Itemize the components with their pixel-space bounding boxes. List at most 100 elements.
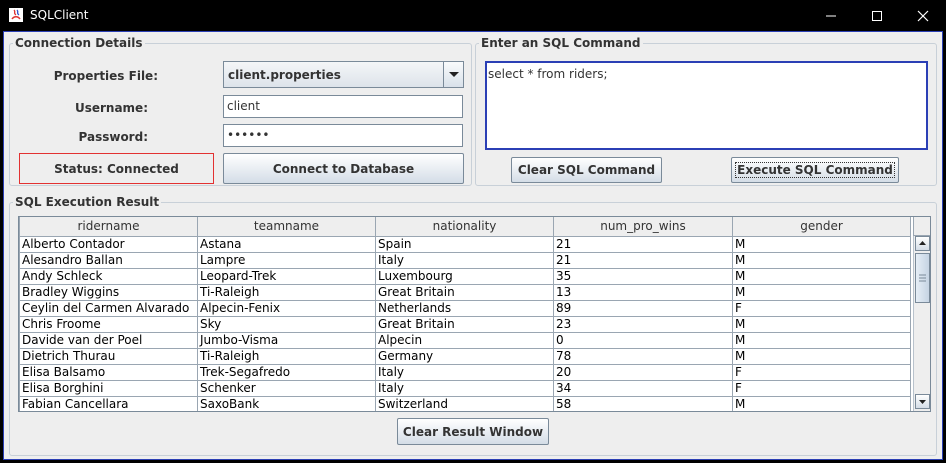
column-header-gender[interactable]: gender <box>732 217 911 237</box>
table-cell[interactable]: Alesandro Ballan <box>19 251 198 269</box>
table-row[interactable]: Fabian Cancellara SaxoBank Switzerland 5… <box>19 395 911 411</box>
table-cell[interactable]: Great Britain <box>375 283 554 301</box>
arrow-down-icon <box>919 400 926 404</box>
table-row[interactable]: Elisa Borghini Schenker Italy 34 F <box>19 379 911 397</box>
clear-sql-command-button[interactable]: Clear SQL Command <box>511 157 662 183</box>
table-cell[interactable]: Fabian Cancellara <box>19 395 198 411</box>
table-row[interactable]: Alberto Contador Astana Spain 21 M <box>19 235 911 253</box>
table-cell[interactable]: Ti-Raleigh <box>197 347 376 365</box>
table-cell[interactable]: 13 <box>553 283 733 301</box>
table-cell[interactable]: Italy <box>375 363 554 381</box>
table-cell[interactable]: F <box>732 379 911 397</box>
table-cell[interactable]: Ceylin del Carmen Alvarado <box>19 299 198 317</box>
table-cell[interactable]: Schenker <box>197 379 376 397</box>
table-cell[interactable]: Lampre <box>197 251 376 269</box>
connect-to-database-button[interactable]: Connect to Database <box>223 153 464 184</box>
chevron-down-icon <box>449 72 459 77</box>
table-row[interactable]: Alesandro Ballan Lampre Italy 21 M <box>19 251 911 269</box>
table-cell[interactable]: 20 <box>553 363 733 381</box>
table-row[interactable]: Ceylin del Carmen Alvarado Alpecin-Fenix… <box>19 299 911 317</box>
column-header-teamname[interactable]: teamname <box>197 217 376 237</box>
password-input[interactable]: •••••• <box>223 124 463 147</box>
table-cell[interactable]: M <box>732 235 911 253</box>
table-cell[interactable]: Astana <box>197 235 376 253</box>
table-cell[interactable]: M <box>732 283 911 301</box>
table-cell[interactable]: M <box>732 251 911 269</box>
table-cell[interactable]: Alberto Contador <box>19 235 198 253</box>
result-table-scrollpane[interactable]: ridername teamname nationality num_pro_w… <box>18 216 931 412</box>
properties-file-combo[interactable]: client.properties <box>223 61 464 88</box>
sql-result-title: SQL Execution Result <box>13 195 162 209</box>
table-row[interactable]: Chris Froome Sky Great Britain 23 M <box>19 315 911 333</box>
minimize-button[interactable] <box>808 0 854 31</box>
table-cell[interactable]: Leopard-Trek <box>197 267 376 285</box>
table-cell[interactable]: Spain <box>375 235 554 253</box>
table-cell[interactable]: M <box>732 347 911 365</box>
username-label: Username: <box>74 101 148 115</box>
table-cell[interactable]: Bradley Wiggins <box>19 283 198 301</box>
properties-file-value: client.properties <box>228 68 341 82</box>
table-cell[interactable]: Italy <box>375 251 554 269</box>
table-row[interactable]: Andy Schleck Leopard-Trek Luxembourg 35 … <box>19 267 911 285</box>
table-row[interactable]: Elisa Balsamo Trek-Segafredo Italy 20 F <box>19 363 911 381</box>
table-cell[interactable]: Luxembourg <box>375 267 554 285</box>
table-cell[interactable]: 58 <box>553 395 733 411</box>
table-cell[interactable]: Jumbo-Visma <box>197 331 376 349</box>
clear-result-window-button[interactable]: Clear Result Window <box>397 418 549 445</box>
execute-sql-command-button[interactable]: Execute SQL Command <box>731 157 899 183</box>
table-cell[interactable]: Trek-Segafredo <box>197 363 376 381</box>
connect-button-label: Connect to Database <box>272 161 415 176</box>
close-icon <box>917 10 929 22</box>
table-cell[interactable]: M <box>732 315 911 333</box>
column-header-nationality[interactable]: nationality <box>375 217 554 237</box>
table-cell[interactable]: Switzerland <box>375 395 554 411</box>
table-cell[interactable]: F <box>732 299 911 317</box>
table-cell[interactable]: 23 <box>553 315 733 333</box>
arrow-up-icon <box>919 241 926 245</box>
result-table[interactable]: ridername teamname nationality num_pro_w… <box>19 217 911 411</box>
table-cell[interactable]: Davide van der Poel <box>19 331 198 349</box>
table-header-corner <box>913 217 930 236</box>
table-row[interactable]: Davide van der Poel Jumbo-Visma Alpecin … <box>19 331 911 349</box>
table-row[interactable]: Bradley Wiggins Ti-Raleigh Great Britain… <box>19 283 911 301</box>
combo-dropdown-button[interactable] <box>443 62 463 87</box>
table-cell[interactable]: Germany <box>375 347 554 365</box>
table-cell[interactable]: Netherlands <box>375 299 554 317</box>
close-button[interactable] <box>900 0 946 31</box>
username-input[interactable]: client <box>223 95 463 118</box>
table-cell[interactable]: 34 <box>553 379 733 397</box>
table-cell[interactable]: Chris Froome <box>19 315 198 333</box>
column-header-num-pro-wins[interactable]: num_pro_wins <box>553 217 733 237</box>
scroll-thumb[interactable] <box>915 253 930 303</box>
table-cell[interactable]: Sky <box>197 315 376 333</box>
maximize-button[interactable] <box>854 0 900 31</box>
table-cell[interactable]: 21 <box>553 235 733 253</box>
table-cell[interactable]: Alpecin <box>375 331 554 349</box>
table-cell[interactable]: 89 <box>553 299 733 317</box>
table-cell[interactable]: F <box>732 363 911 381</box>
column-header-ridername[interactable]: ridername <box>19 217 198 237</box>
table-cell[interactable]: 21 <box>553 251 733 269</box>
title-bar[interactable]: SQLClient <box>0 0 946 31</box>
table-cell[interactable]: Dietrich Thurau <box>19 347 198 365</box>
vertical-scrollbar[interactable] <box>913 236 930 411</box>
table-cell[interactable]: M <box>732 331 911 349</box>
scroll-up-button[interactable] <box>915 236 930 251</box>
password-label: Password: <box>78 130 149 144</box>
table-cell[interactable]: Elisa Borghini <box>19 379 198 397</box>
table-cell[interactable]: Italy <box>375 379 554 397</box>
table-cell[interactable]: Alpecin-Fenix <box>197 299 376 317</box>
table-cell[interactable]: 78 <box>553 347 733 365</box>
table-cell[interactable]: 35 <box>553 267 733 285</box>
table-cell[interactable]: Ti-Raleigh <box>197 283 376 301</box>
sql-command-textarea[interactable]: select * from riders; <box>485 61 928 150</box>
table-cell[interactable]: SaxoBank <box>197 395 376 411</box>
table-cell[interactable]: Elisa Balsamo <box>19 363 198 381</box>
table-cell[interactable]: M <box>732 267 911 285</box>
table-cell[interactable]: Andy Schleck <box>19 267 198 285</box>
table-cell[interactable]: Great Britain <box>375 315 554 333</box>
scroll-down-button[interactable] <box>915 394 930 409</box>
table-row[interactable]: Dietrich Thurau Ti-Raleigh Germany 78 M <box>19 347 911 365</box>
table-cell[interactable]: 0 <box>553 331 733 349</box>
table-cell[interactable]: M <box>732 395 911 411</box>
